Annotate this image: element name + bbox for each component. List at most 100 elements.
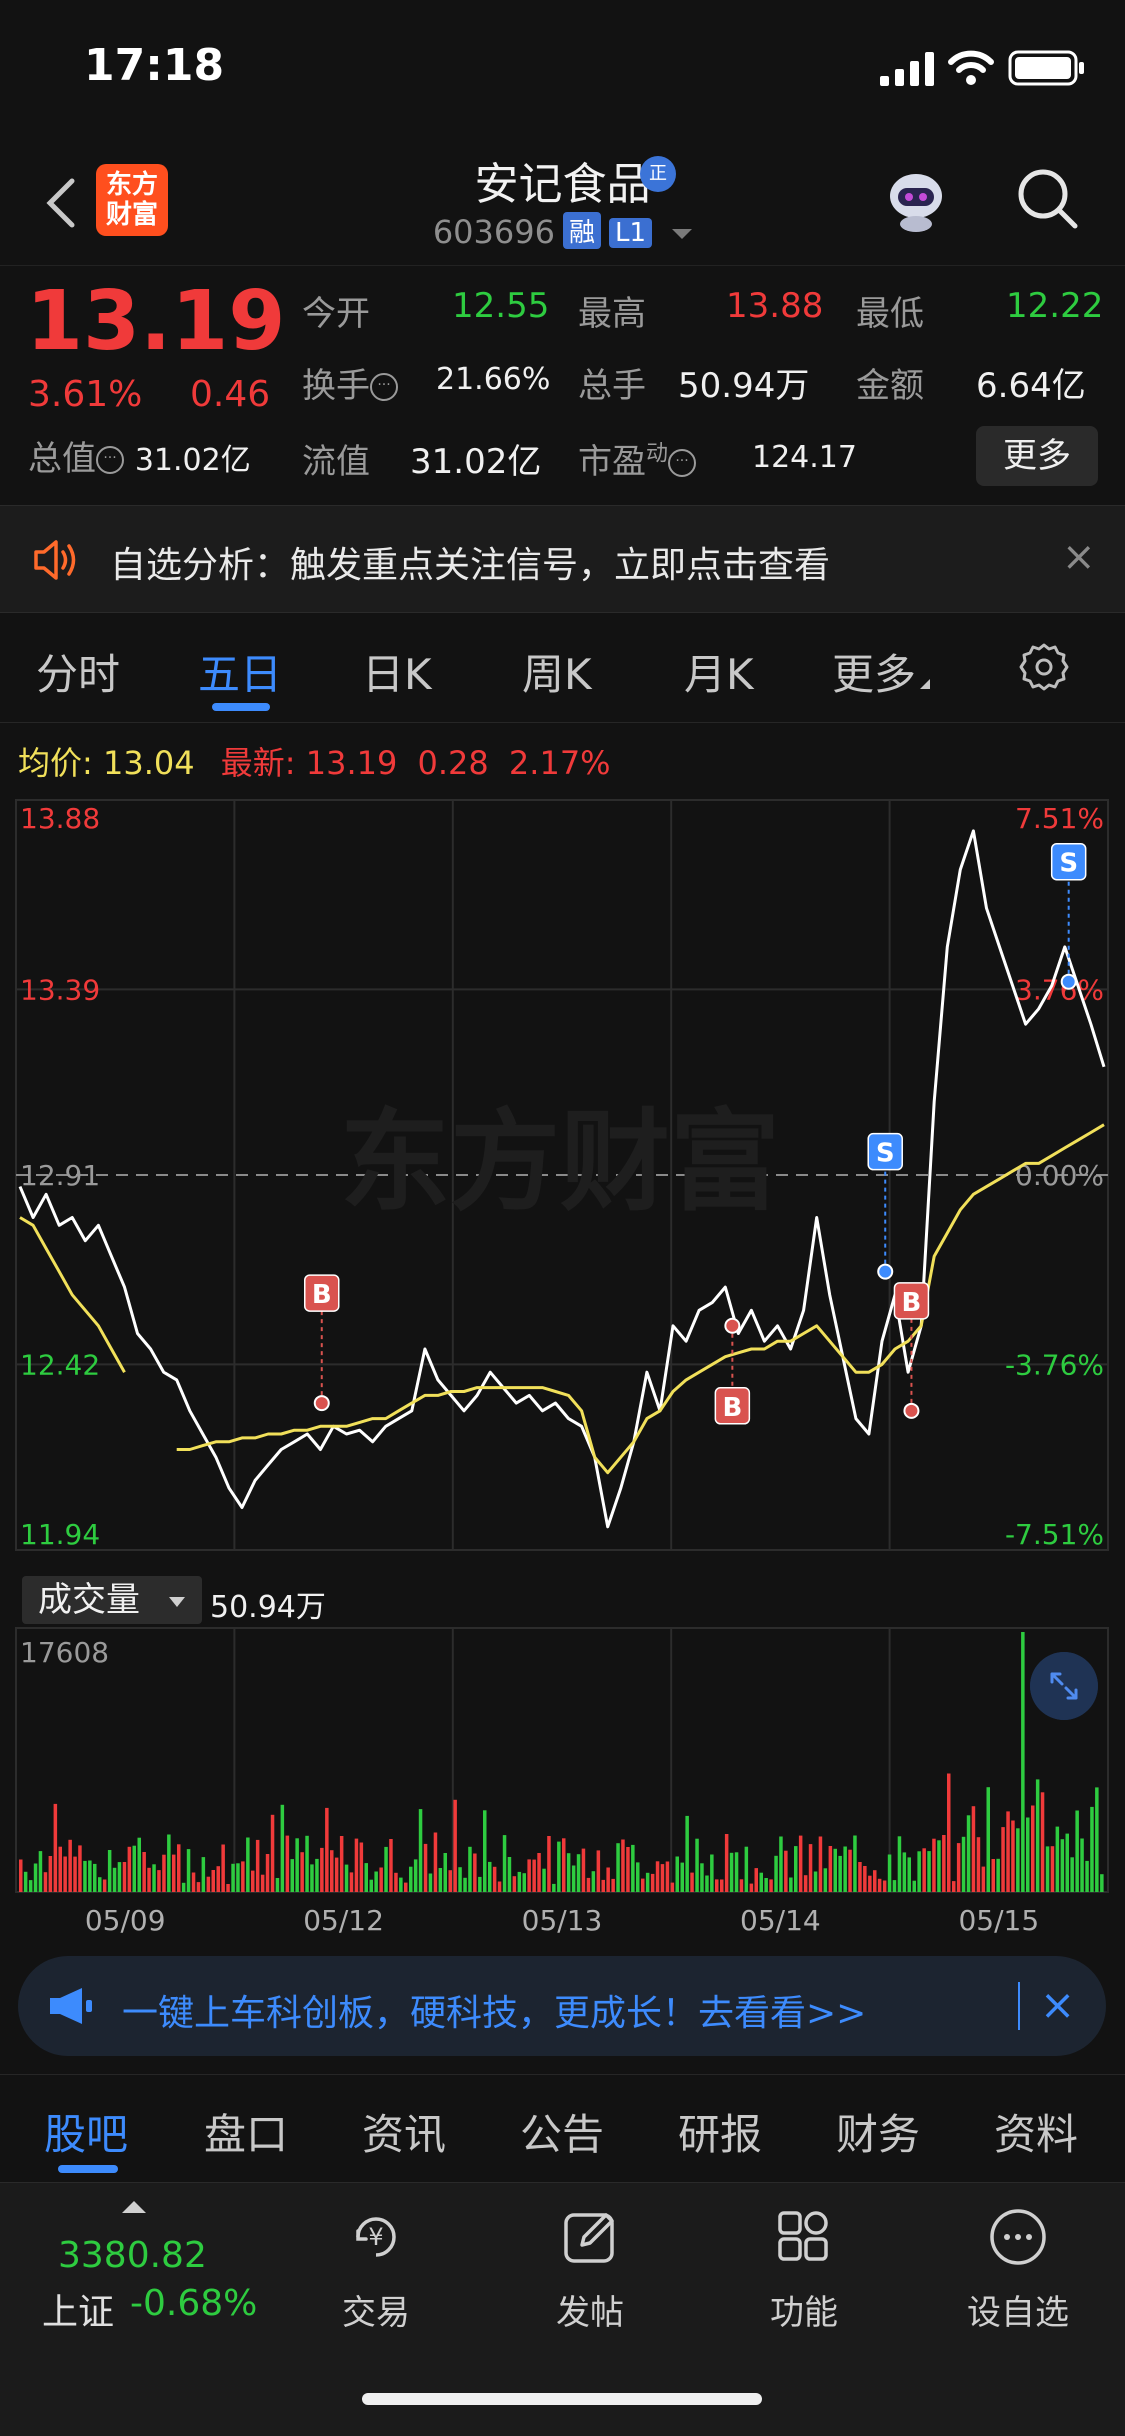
wifi-icon <box>948 50 994 85</box>
close-icon[interactable]: × <box>1062 534 1096 580</box>
volume-bar <box>675 1856 679 1892</box>
volume-bar <box>566 1853 571 1892</box>
volume-bar <box>1090 1806 1094 1892</box>
nav-function[interactable]: 功能 <box>734 2205 874 2334</box>
volume-bar <box>779 1836 783 1892</box>
volume-bar <box>887 1854 892 1892</box>
x-axis-label: 05/13 <box>522 1904 603 1937</box>
tab-more[interactable]: 更多 <box>832 641 931 702</box>
volume-bar <box>325 1807 329 1892</box>
more-quote-button[interactable]: 更多 <box>976 426 1098 486</box>
tab-monthly-k[interactable]: 月K <box>684 641 754 702</box>
volume-bar <box>670 1882 675 1892</box>
volume-bar <box>517 1871 522 1892</box>
volume-bar <box>897 1836 902 1892</box>
latest-value: 13.19 <box>305 744 398 782</box>
volume-bar <box>774 1855 778 1892</box>
volume-bar <box>260 1874 265 1892</box>
volume-bar <box>1080 1838 1084 1892</box>
y-axis-right-label: 3.76% <box>1015 973 1104 1006</box>
volume-bar <box>522 1873 526 1892</box>
volume-bar <box>996 1858 1000 1892</box>
tab-order-book[interactable]: 盘口 <box>204 2101 288 2162</box>
volume-bar <box>33 1863 38 1892</box>
latest-pct: 2.17% <box>508 744 611 782</box>
volume-bar <box>547 1836 551 1892</box>
volume-bar <box>28 1880 33 1892</box>
tab-financials[interactable]: 财务 <box>836 2101 920 2162</box>
high-label: 最高 <box>578 294 646 334</box>
nav-trade[interactable]: ¥ 交易 <box>306 2205 446 2334</box>
tab-announcements[interactable]: 公告 <box>520 2101 604 2162</box>
turnover-rate-value: 21.66% <box>436 362 551 397</box>
close-icon[interactable]: × <box>1040 1980 1075 2029</box>
volume-bar <box>1065 1833 1069 1892</box>
volume-bar <box>1070 1857 1074 1892</box>
volume-bar <box>280 1804 285 1892</box>
tab-weekly-k[interactable]: 周K <box>522 641 592 702</box>
volume-bar <box>478 1876 482 1892</box>
info-icon[interactable]: ··· <box>96 446 124 474</box>
volume-bar <box>186 1849 191 1892</box>
info-icon[interactable]: ··· <box>668 449 697 477</box>
volume-bar <box>863 1866 867 1892</box>
tab-daily-k[interactable]: 日K <box>362 641 432 702</box>
last-price: 13.19 <box>26 274 286 369</box>
bottom-nav: 3380.82 上证 -0.68% ¥ 交易 发帖 功能 设自选 <box>0 2182 1125 2436</box>
volume-bar <box>720 1879 724 1892</box>
volume-bar <box>38 1851 43 1892</box>
marker-type: B <box>722 1393 742 1423</box>
nav-post-label: 发帖 <box>556 2293 624 2333</box>
pe-label-text: 市盈 <box>578 442 646 482</box>
volume-bar <box>937 1840 941 1892</box>
volume-bar <box>922 1848 926 1892</box>
nav-post[interactable]: 发帖 <box>520 2205 660 2334</box>
pct-change: 3.61% <box>28 374 143 415</box>
volume-bar <box>172 1854 176 1892</box>
volume-value: 50.94万 <box>678 366 810 406</box>
info-icon[interactable]: ··· <box>370 373 398 401</box>
tab-intraday[interactable]: 分时 <box>36 641 120 702</box>
volume-bar <box>369 1879 373 1892</box>
tab-five-day[interactable]: 五日 <box>198 641 282 702</box>
volume-bar <box>270 1814 275 1892</box>
stock-name-text: 安记食品 <box>474 159 651 210</box>
tab-stock-forum[interactable]: 股吧 <box>44 2101 128 2162</box>
gear-icon[interactable] <box>1018 641 1070 693</box>
pe-label: 市盈动 ··· <box>578 434 697 483</box>
promo-bar[interactable]: 一键上车科创板，硬科技，更成长！去看看>> × <box>18 1956 1106 2056</box>
expand-icon[interactable] <box>1030 1652 1098 1720</box>
stock-header: 东方财富 安记食品 正 603696 融 L1 <box>0 140 1125 265</box>
volume-bar <box>853 1835 857 1892</box>
volume-bar <box>873 1870 877 1892</box>
five-day-chart[interactable]: 东方财富 13.88 7.51%13.39 3.76%12.91 0.00%12.42… <box>0 790 1125 1950</box>
analysis-banner[interactable]: 自选分析：触发重点关注信号，立即点击查看 × <box>0 505 1125 613</box>
volume-bar <box>98 1877 102 1892</box>
divider <box>1018 1982 1020 2030</box>
volume-bar <box>552 1883 556 1892</box>
tab-news[interactable]: 资讯 <box>362 2101 446 2162</box>
avg-value: 13.04 <box>102 744 195 782</box>
search-icon[interactable] <box>1015 166 1079 230</box>
volume-bar <box>606 1867 610 1892</box>
volume-bar <box>315 1858 319 1892</box>
total-mv: 总值 ··· 31.02亿 <box>28 431 251 480</box>
dropdown-icon[interactable] <box>672 229 693 239</box>
volume-bar <box>616 1843 620 1892</box>
volume-bar <box>68 1839 72 1892</box>
expand-up-icon <box>122 2201 146 2213</box>
robot-assistant-icon[interactable] <box>880 162 952 234</box>
nav-add-watchlist[interactable]: 设自选 <box>948 2205 1088 2334</box>
buy-marker: B <box>304 1274 340 1412</box>
volume-indicator-select[interactable]: 成交量 <box>22 1576 202 1624</box>
tab-research[interactable]: 研报 <box>678 2101 762 2162</box>
volume-bar <box>571 1865 576 1892</box>
volume-bar <box>952 1881 956 1892</box>
volume-bar <box>196 1882 201 1892</box>
marker-type: S <box>876 1139 895 1169</box>
volume-bar <box>680 1862 684 1892</box>
volume-bar <box>557 1841 561 1892</box>
stock-code-row[interactable]: 603696 融 L1 <box>0 212 1125 251</box>
index-ticker[interactable]: 3380.82 上证 -0.68% <box>0 2183 260 2363</box>
tab-profile[interactable]: 资料 <box>994 2101 1078 2162</box>
